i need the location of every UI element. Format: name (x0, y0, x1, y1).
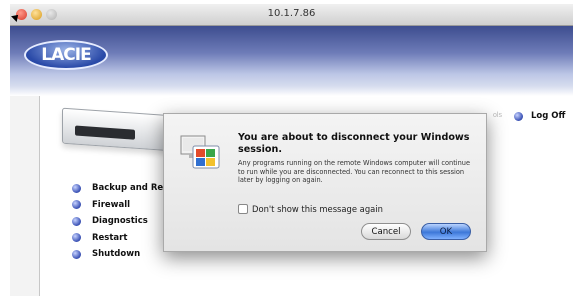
hidden-link-text: ols (493, 112, 502, 119)
bullet-icon (72, 200, 81, 210)
window-title: 10.1.7.86 (267, 8, 316, 19)
bullet-icon (72, 233, 81, 243)
remote-desktop-icon (180, 135, 220, 169)
menu-item-shutdown[interactable]: Shutdown (72, 246, 172, 263)
ok-button[interactable]: OK (421, 223, 471, 240)
menu-item-backup[interactable]: Backup and Rest (72, 180, 172, 197)
brand-logo[interactable]: LACIE (24, 40, 108, 70)
dialog-message: Any programs running on the remote Windo… (238, 159, 471, 185)
dont-show-checkbox-row[interactable]: Don't show this message again (238, 204, 383, 214)
menu-item-label: Shutdown (92, 249, 141, 260)
bullet-icon (72, 183, 81, 193)
side-menu: Backup and Rest Firewall Diagnostics Res… (72, 180, 172, 263)
dont-show-label: Don't show this message again (252, 204, 383, 214)
menu-item-label: Firewall (92, 199, 131, 210)
disconnect-dialog: You are about to disconnect your Windows… (163, 113, 487, 252)
bullet-icon (514, 111, 523, 121)
menu-item-label: Restart (92, 232, 128, 243)
window-titlebar: 10.1.7.86 (10, 4, 573, 26)
dialog-title: You are about to disconnect your Windows… (238, 132, 470, 155)
cancel-button[interactable]: Cancel (361, 223, 411, 240)
menu-item-restart[interactable]: Restart (72, 230, 172, 247)
header-band: LACIE (10, 26, 573, 86)
bullet-icon (72, 249, 81, 259)
dont-show-checkbox[interactable] (238, 204, 248, 214)
logoff-link[interactable]: Log Off (514, 111, 565, 121)
menu-item-diagnostics[interactable]: Diagnostics (72, 213, 172, 230)
logoff-label: Log Off (531, 111, 566, 121)
menu-item-firewall[interactable]: Firewall (72, 197, 172, 214)
menu-item-label: Backup and Rest (92, 183, 173, 194)
header-divider (10, 86, 573, 96)
menu-item-label: Diagnostics (92, 216, 148, 227)
sidebar-rail (10, 96, 40, 296)
bullet-icon (72, 216, 81, 226)
